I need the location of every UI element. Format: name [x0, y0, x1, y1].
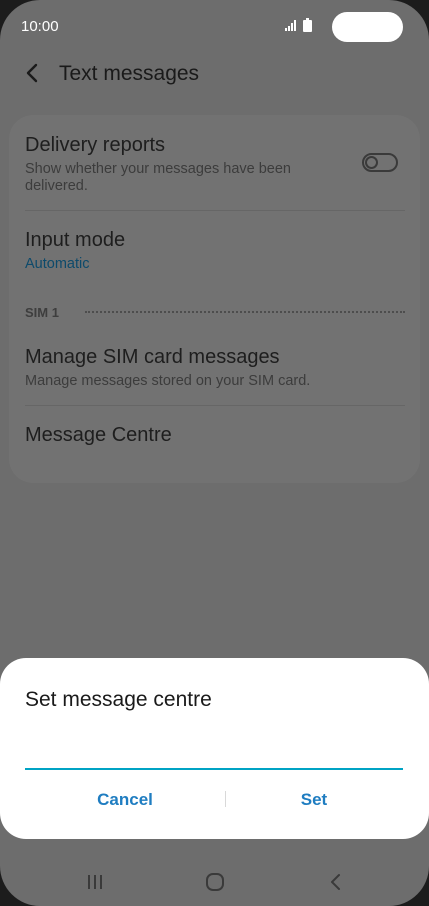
divider [25, 405, 405, 406]
back-icon[interactable] [324, 870, 348, 894]
setting-input-mode[interactable]: Input mode Automatic [25, 228, 405, 273]
set-message-centre-dialog: Set message centre Cancel Set [0, 658, 429, 839]
set-button[interactable]: Set [214, 782, 414, 818]
battery-icon [303, 18, 312, 32]
status-bar: 10:00 [0, 0, 429, 54]
manage-sim-title: Manage SIM card messages [25, 346, 280, 368]
input-mode-value: Automatic [25, 256, 90, 272]
section-divider [85, 311, 405, 313]
delivery-reports-title: Delivery reports [25, 134, 166, 156]
phone-screen: 10:00 Text messages Delivery reports Sho… [0, 0, 429, 906]
delivery-reports-toggle[interactable] [362, 153, 398, 172]
home-icon[interactable] [203, 870, 227, 894]
app-header: Text messages [0, 54, 429, 96]
manage-sim-subtitle: Manage messages stored on your SIM card. [25, 373, 311, 389]
camera-cutout [332, 12, 403, 42]
delivery-reports-subtitle: Show whether your messages have been del… [25, 161, 291, 194]
setting-manage-sim[interactable]: Manage SIM card messages Manage messages… [25, 345, 405, 390]
input-mode-title: Input mode [25, 229, 126, 251]
status-time: 10:00 [21, 18, 59, 35]
message-centre-input[interactable] [25, 730, 403, 770]
setting-message-centre[interactable]: Message Centre [25, 423, 405, 447]
section-label-sim: SIM 1 [25, 305, 59, 320]
page-title: Text messages [59, 62, 200, 85]
settings-card: Delivery reports Show whether your messa… [9, 115, 420, 483]
dialog-title: Set message centre [25, 688, 212, 711]
navigation-bar [0, 858, 429, 906]
message-centre-title: Message Centre [25, 424, 172, 446]
chevron-left-icon[interactable] [22, 62, 42, 84]
toggle-knob [365, 156, 378, 169]
cancel-button[interactable]: Cancel [25, 782, 225, 818]
divider [25, 210, 405, 211]
signal-icon [285, 20, 296, 31]
recents-icon[interactable] [83, 870, 107, 894]
setting-delivery-reports[interactable]: Delivery reports Show whether your messa… [25, 133, 405, 195]
